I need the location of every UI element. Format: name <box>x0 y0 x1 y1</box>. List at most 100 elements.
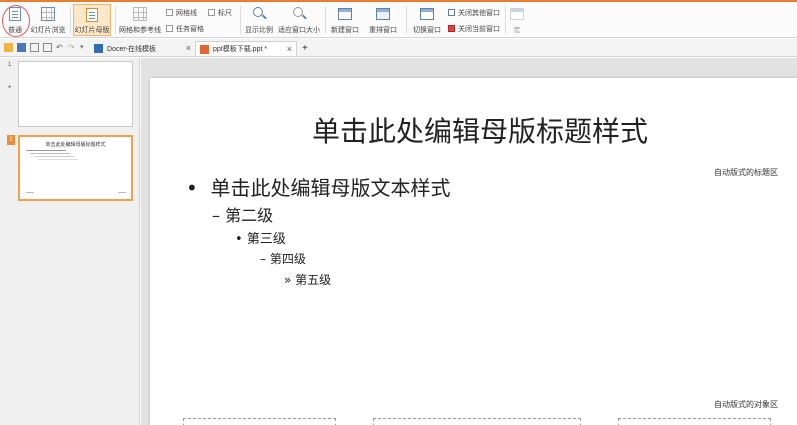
tab-bar: ↶ ↷ ▾ Docer-在线模板 × ppt模板下载.ppt * × + <box>0 39 797 57</box>
grid-icon <box>132 6 148 22</box>
slide-master-label: 幻灯片母版 <box>74 27 110 34</box>
bullet-level-3[interactable]: • 第三级 <box>235 228 286 247</box>
slide-browse-icon <box>40 6 56 22</box>
close-others-icon <box>448 9 455 16</box>
undo-icon[interactable]: ↶ <box>56 43 65 52</box>
taskpane-label: 任务窗格 <box>176 25 204 33</box>
bullet-mark: » <box>284 273 292 287</box>
bullet-level-1[interactable]: • 单击此处编辑母版文本样式 <box>186 172 451 201</box>
divider <box>505 6 506 34</box>
gridlines-label: 网格线 <box>176 9 197 17</box>
thumb-number: 2 <box>7 135 15 145</box>
docer-icon <box>94 44 103 53</box>
thumb-marker: * <box>8 84 12 93</box>
title-area-label: 自动版式的标题区 <box>714 168 778 177</box>
bullet-text: 第二级 <box>225 206 274 225</box>
grid-guides-button[interactable]: 网格和参考线 <box>118 4 162 36</box>
bullet-level-4[interactable]: – 第四级 <box>260 250 306 267</box>
divider <box>115 6 116 34</box>
close-others-label: 关闭其他窗口 <box>458 9 500 17</box>
bullet-text: 单击此处编辑母版文本样式 <box>210 176 451 200</box>
macro-button[interactable]: 宏 <box>509 4 525 36</box>
new-window-button[interactable]: 新建窗口 <box>330 4 360 36</box>
bullet-mark: – <box>260 252 266 266</box>
print-icon[interactable] <box>30 43 39 52</box>
divider <box>325 6 326 34</box>
new-window-icon <box>337 6 353 22</box>
thumb-bullets <box>26 150 66 151</box>
preview-icon[interactable] <box>43 43 52 52</box>
open-folder-icon[interactable] <box>4 43 13 52</box>
close-current-button[interactable]: 关闭当前窗口 <box>448 23 500 34</box>
close-current-label: 关闭当前窗口 <box>458 25 500 33</box>
new-window-label: 新建窗口 <box>331 27 359 34</box>
footer-placeholder[interactable] <box>373 418 581 425</box>
close-tab-icon[interactable]: × <box>287 44 292 54</box>
switch-window-button[interactable]: 切换窗口 <box>410 4 444 36</box>
bullet-mark: • <box>186 176 198 200</box>
bullet-mark: • <box>235 232 243 247</box>
close-tab-icon[interactable]: × <box>186 43 191 53</box>
bullet-mark: – <box>212 206 220 225</box>
divider <box>70 6 71 34</box>
slide-master-icon <box>84 7 100 22</box>
thumbnail-1[interactable] <box>18 61 133 127</box>
switch-window-label: 切换窗口 <box>413 27 441 34</box>
zoom-label: 显示比例 <box>245 27 273 34</box>
fit-window-label: 适应窗口大小 <box>278 27 320 34</box>
bullet-text: 第四级 <box>269 252 306 266</box>
tab-label: ppt模板下载.ppt * <box>213 46 268 53</box>
zoom-button[interactable]: 显示比例 <box>244 4 274 36</box>
tab-label: Docer-在线模板 <box>107 45 157 53</box>
bullet-level-2[interactable]: – 第二级 <box>212 202 273 226</box>
redo-icon[interactable]: ↷ <box>68 43 77 52</box>
thumbnail-panel: 1 * 2 单击此处编辑母版标题样式 <box>0 58 140 425</box>
gridlines-checkbox[interactable]: 网格线 <box>166 7 197 18</box>
ruler-label: 标尺 <box>218 9 232 17</box>
slide-master-canvas[interactable]: 单击此处编辑母版标题样式 自动版式的标题区 • 单击此处编辑母版文本样式 – 第… <box>150 78 797 425</box>
checkbox-box[interactable] <box>166 9 173 16</box>
close-current-icon <box>448 25 455 32</box>
bullet-text: 第五级 <box>295 273 332 287</box>
divider <box>240 6 241 34</box>
fit-window-button[interactable]: 适应窗口大小 <box>278 4 320 36</box>
highlight-circle <box>2 5 30 37</box>
checkbox-box[interactable] <box>166 25 173 32</box>
checkbox-box[interactable] <box>208 9 215 16</box>
arrange-window-label: 重排窗口 <box>369 27 397 34</box>
slide-browse-label: 幻灯片浏览 <box>30 27 66 34</box>
thumb-number: 1 <box>8 62 12 68</box>
divider <box>406 6 407 34</box>
zoom-icon <box>251 6 267 22</box>
tab-docer[interactable]: Docer-在线模板 × <box>90 41 195 56</box>
object-area-label: 自动版式的对象区 <box>714 400 778 409</box>
fit-window-icon <box>291 6 307 22</box>
save-icon[interactable] <box>17 43 26 52</box>
thumb-footer <box>118 192 126 193</box>
thumb-footer <box>26 192 34 193</box>
bullet-level-5[interactable]: » 第五级 <box>284 271 331 288</box>
slide-stage: 单击此处编辑母版标题样式 自动版式的标题区 • 单击此处编辑母版文本样式 – 第… <box>141 58 797 425</box>
switch-window-icon <box>419 6 435 22</box>
arrange-window-icon <box>375 6 391 22</box>
master-title-placeholder[interactable]: 单击此处编辑母版标题样式 <box>150 110 797 150</box>
ruler-checkbox[interactable]: 标尺 <box>208 7 232 18</box>
slide-number-placeholder[interactable] <box>618 418 771 425</box>
macro-icon <box>509 6 525 22</box>
date-placeholder[interactable] <box>183 418 336 425</box>
grid-guides-label: 网格和参考线 <box>119 27 161 34</box>
taskpane-checkbox[interactable]: 任务窗格 <box>166 23 204 34</box>
arrange-window-button[interactable]: 重排窗口 <box>364 4 402 36</box>
macro-label: 宏 <box>513 27 521 34</box>
slide-master-button[interactable]: 幻灯片母版 <box>73 4 111 36</box>
slide-browse-button[interactable]: 幻灯片浏览 <box>30 4 66 36</box>
close-others-button[interactable]: 关闭其他窗口 <box>448 7 500 18</box>
new-tab-button[interactable]: + <box>298 41 312 56</box>
ppt-icon <box>200 44 209 54</box>
thumb-title: 单击此处编辑母版标题样式 <box>45 142 106 148</box>
tab-ppt[interactable]: ppt模板下载.ppt * × <box>195 41 297 56</box>
thumbnail-2[interactable]: 单击此处编辑母版标题样式 <box>18 135 133 201</box>
dropdown-icon[interactable]: ▾ <box>80 43 89 52</box>
bullet-text: 第三级 <box>246 232 286 247</box>
ribbon: 普通 幻灯片浏览 幻灯片母版 网格和参考线 网格线 标尺 任务窗格 显示比例 适… <box>0 0 797 38</box>
